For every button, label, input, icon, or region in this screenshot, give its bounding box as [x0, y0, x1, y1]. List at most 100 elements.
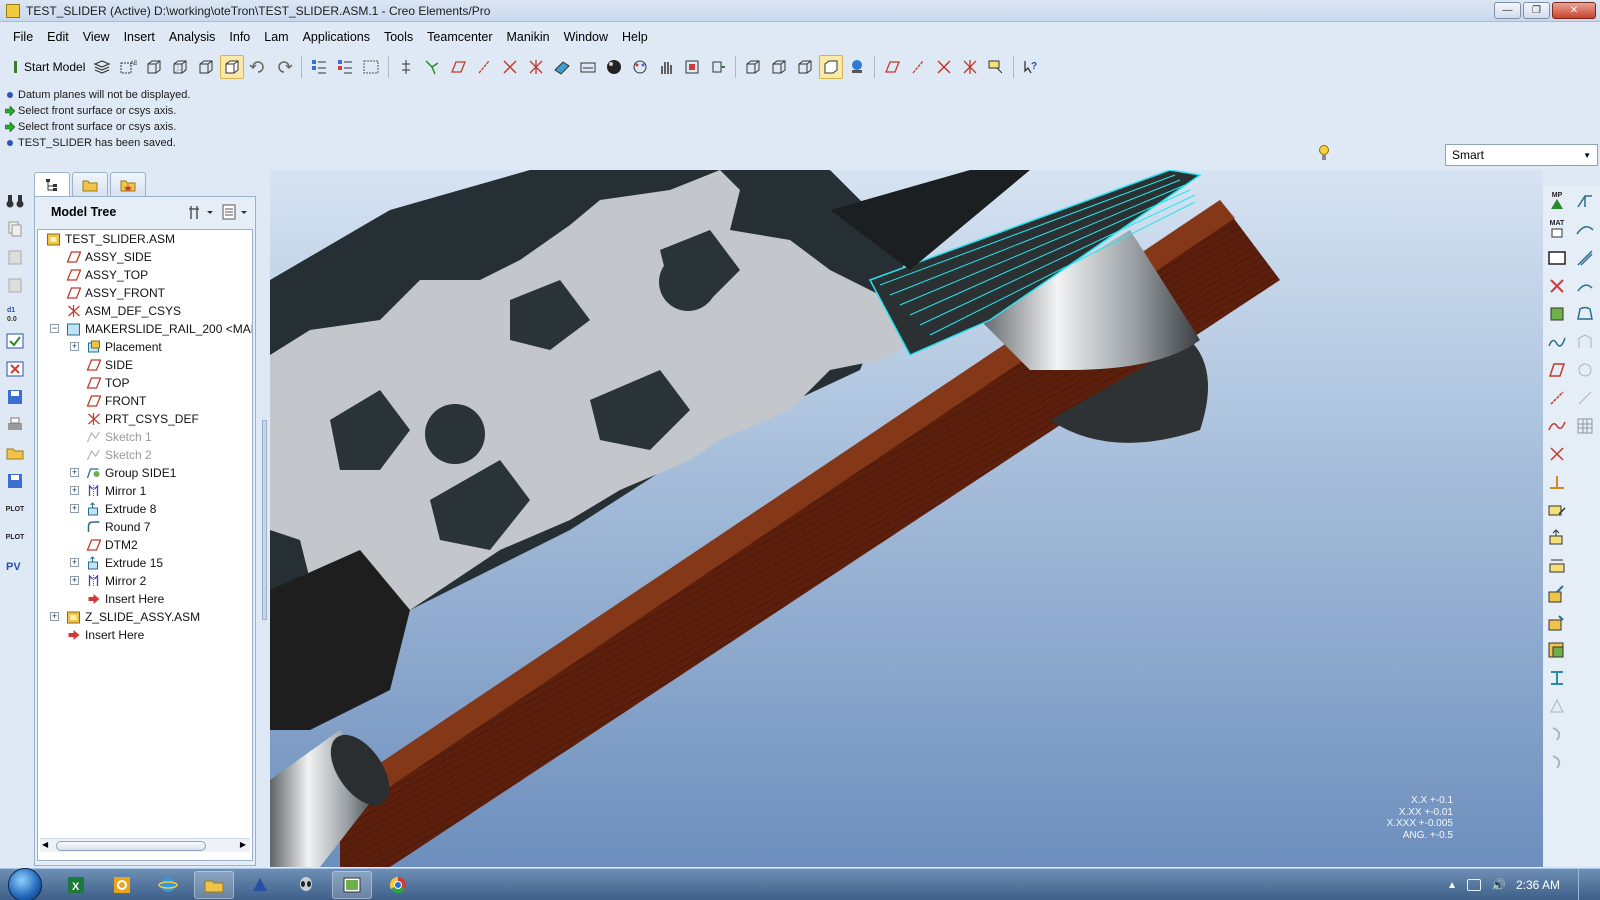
menu-teamcenter[interactable]: Teamcenter: [420, 30, 499, 44]
tab-favorites[interactable]: [110, 172, 146, 196]
menu-tools[interactable]: Tools: [377, 30, 420, 44]
context-help-icon[interactable]: ?: [1019, 55, 1043, 79]
tree-item[interactable]: FRONT: [38, 392, 252, 410]
excel-icon[interactable]: X: [56, 871, 96, 899]
lightbulb-icon[interactable]: [1318, 144, 1330, 162]
regenerate-icon[interactable]: [307, 55, 331, 79]
tree-item[interactable]: + Mirror 1: [38, 482, 252, 500]
beam-icon[interactable]: [1547, 668, 1567, 688]
tree-item[interactable]: + Placement: [38, 338, 252, 356]
pro-e-icon[interactable]: [240, 871, 280, 899]
tray-expand-icon[interactable]: ▲: [1447, 880, 1457, 891]
scrollbar-thumb[interactable]: [56, 841, 206, 851]
tree-item[interactable]: Insert Here: [38, 590, 252, 608]
tree-item[interactable]: ASSY_FRONT: [38, 284, 252, 302]
close-button[interactable]: ✕: [1552, 2, 1596, 19]
erase-icon[interactable]: [4, 358, 26, 380]
datum-axis-icon[interactable]: [1547, 388, 1567, 408]
boundary-icon[interactable]: [1575, 304, 1595, 324]
expand-icon[interactable]: +: [70, 504, 79, 513]
expand-icon[interactable]: +: [70, 576, 79, 585]
point-display-icon[interactable]: [472, 55, 496, 79]
tree-item[interactable]: PRT_CSYS_DEF: [38, 410, 252, 428]
datum-csys-icon[interactable]: [1547, 472, 1567, 492]
csys-display-icon[interactable]: [498, 55, 522, 79]
plane-display-icon[interactable]: [446, 55, 470, 79]
appearance-icon[interactable]: AB: [116, 55, 140, 79]
scroll-right-icon[interactable]: ▶: [240, 840, 246, 849]
tree-item[interactable]: TEST_SLIDER.ASM: [38, 230, 252, 248]
relations-icon[interactable]: d1 0.0: [4, 302, 26, 324]
curve-analysis-icon[interactable]: [1547, 332, 1567, 352]
selection-filter-dropdown[interactable]: Smart ▼: [1445, 144, 1598, 166]
alien-icon[interactable]: [286, 871, 326, 899]
collapse-icon[interactable]: −: [50, 324, 59, 333]
measure-icon[interactable]: [576, 55, 600, 79]
wireframe-icon[interactable]: [142, 55, 166, 79]
spin-center-icon[interactable]: [524, 55, 548, 79]
redo-icon[interactable]: [272, 55, 296, 79]
datum-point-tool-icon[interactable]: [932, 55, 956, 79]
render-sphere-icon[interactable]: [602, 55, 626, 79]
plot-a-icon[interactable]: PLOT: [4, 498, 26, 520]
view-nohidden-icon[interactable]: [793, 55, 817, 79]
tree-item[interactable]: Insert Here: [38, 626, 252, 644]
tab-model-tree[interactable]: [34, 172, 70, 196]
expand-icon[interactable]: +: [50, 612, 59, 621]
expand-icon[interactable]: +: [70, 558, 79, 567]
shading-icon[interactable]: [220, 55, 245, 79]
hidden-line-icon[interactable]: [168, 55, 192, 79]
sketch-tool-icon[interactable]: [1547, 500, 1567, 520]
chrome-icon[interactable]: [378, 871, 418, 899]
sketch-window-icon[interactable]: [1547, 248, 1567, 268]
show-desktop-button[interactable]: [1578, 869, 1590, 900]
selection-box-icon[interactable]: [359, 55, 383, 79]
expand-icon[interactable]: +: [70, 342, 79, 351]
menu-view[interactable]: View: [76, 30, 117, 44]
print-icon[interactable]: [4, 414, 26, 436]
enhanced-realism-icon[interactable]: [845, 55, 869, 79]
panel-splitter[interactable]: [262, 420, 267, 620]
maximize-button[interactable]: ❐: [1523, 2, 1550, 19]
start-button[interactable]: [8, 867, 42, 900]
annotation-tool-icon[interactable]: [984, 55, 1008, 79]
color-scheme-icon[interactable]: [628, 55, 652, 79]
package-icon[interactable]: [1547, 640, 1567, 660]
explorer-icon[interactable]: [194, 870, 234, 899]
outlook-icon[interactable]: [102, 871, 142, 899]
tree-settings-icon[interactable]: [187, 203, 215, 221]
orient-icon[interactable]: [550, 55, 574, 79]
menu-insert[interactable]: Insert: [117, 30, 162, 44]
datum-csys-tool-icon[interactable]: [958, 55, 982, 79]
show-menu-icon[interactable]: [221, 203, 249, 221]
datum-axis-tool-icon[interactable]: [906, 55, 930, 79]
minimize-button[interactable]: —: [1494, 2, 1521, 19]
tree-item[interactable]: Sketch 2: [38, 446, 252, 464]
tree-item[interactable]: − MAKERSLIDE_RAIL_200 <MAKERS: [38, 320, 252, 338]
blend-icon[interactable]: [1575, 276, 1595, 296]
tree-item[interactable]: DTM2: [38, 536, 252, 554]
scroll-left-icon[interactable]: ◀: [42, 840, 48, 849]
tree-item[interactable]: + Group SIDE1: [38, 464, 252, 482]
no-hidden-icon[interactable]: [194, 55, 218, 79]
menu-applications[interactable]: Applications: [296, 30, 377, 44]
expand-icon[interactable]: +: [70, 486, 79, 495]
datum-point-icon[interactable]: [1547, 444, 1567, 464]
paste-icon[interactable]: [4, 246, 26, 268]
expand-icon[interactable]: +: [70, 468, 79, 477]
tree-item[interactable]: ASSY_SIDE: [38, 248, 252, 266]
part-icon[interactable]: [1547, 304, 1567, 324]
tree-item[interactable]: + Extrude 8: [38, 500, 252, 518]
regen-manager-icon[interactable]: [333, 55, 357, 79]
menu-manikin[interactable]: Manikin: [499, 30, 556, 44]
point-x-icon[interactable]: [1547, 276, 1567, 296]
pan-hand-icon[interactable]: [654, 55, 678, 79]
save-icon[interactable]: [4, 470, 26, 492]
network-icon[interactable]: [1467, 879, 1482, 891]
material-icon[interactable]: MAT: [1547, 220, 1567, 240]
undo-icon[interactable]: [246, 55, 270, 79]
surface-icon[interactable]: [1575, 220, 1595, 240]
edge-icon[interactable]: [1575, 192, 1595, 212]
tree-item[interactable]: ASSY_TOP: [38, 266, 252, 284]
datum-curve-icon[interactable]: [1547, 416, 1567, 436]
